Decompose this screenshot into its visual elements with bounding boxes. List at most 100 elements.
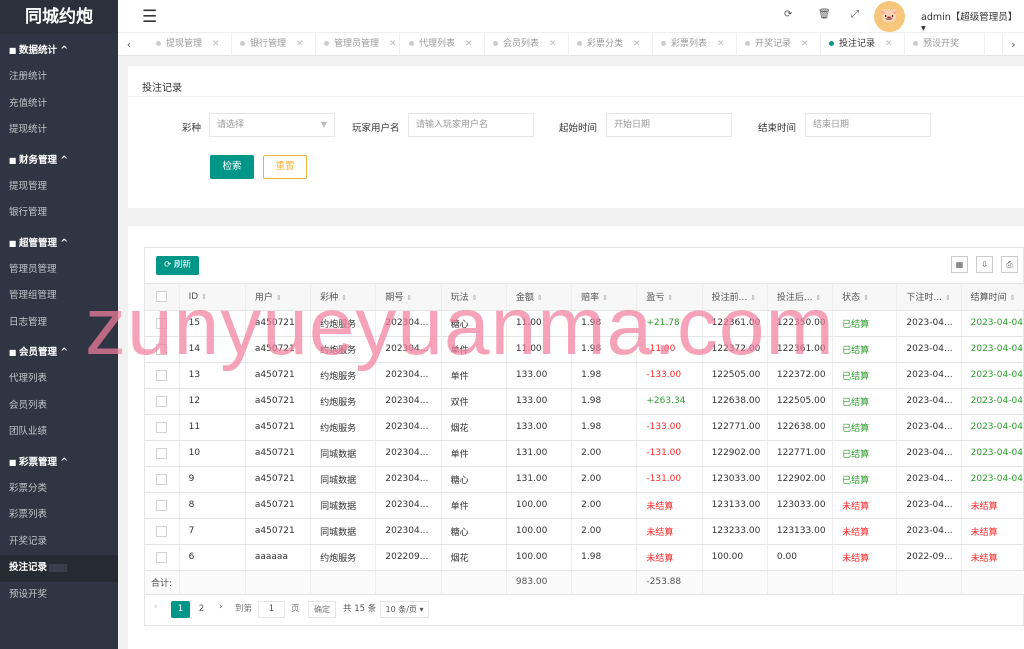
tab-3[interactable]: 代理列表 ✕: [401, 33, 485, 56]
table-row[interactable]: 11 a450721 约炮服务 202304... 烟花 133.00 1.98 -133.0…: [145, 414, 1024, 441]
tab-7[interactable]: 开奖记录 ✕: [737, 33, 821, 56]
search-button[interactable]: 检索: [210, 155, 254, 179]
sidebar-item[interactable]: 代理列表: [0, 366, 118, 393]
sort-icon[interactable]: ⇕: [602, 294, 608, 302]
sidebar-item[interactable]: 充值统计: [0, 91, 118, 118]
sidebar-item[interactable]: 管理组管理: [0, 283, 118, 310]
column-header[interactable]: ID ⇕: [179, 284, 246, 311]
tab-9[interactable]: 预设开奖: [905, 33, 985, 56]
sidebar-item[interactable]: 提现统计: [0, 117, 118, 144]
row-checkbox[interactable]: [156, 395, 167, 407]
table-row[interactable]: 12 a450721 约炮服务 202304... 双件 133.00 1.98 +263.3…: [145, 388, 1024, 415]
sort-icon[interactable]: ⇕: [1010, 294, 1016, 302]
close-icon[interactable]: ✕: [717, 39, 725, 49]
table-row[interactable]: 10 a450721 同城数据 202304... 单件 131.00 2.00 -131.0…: [145, 440, 1024, 467]
close-icon[interactable]: ✕: [885, 39, 893, 49]
sidebar-item[interactable]: 开奖记录: [0, 529, 118, 556]
close-icon[interactable]: ✕: [212, 39, 220, 49]
column-header[interactable]: 下注时... ⇕: [896, 284, 962, 311]
tab-1[interactable]: 银行管理 ✕: [232, 33, 316, 56]
sidebar-item[interactable]: 投注记录: [0, 555, 118, 582]
columns-icon[interactable]: ▦: [951, 256, 968, 273]
sort-icon[interactable]: ⇕: [863, 294, 869, 302]
table-row[interactable]: 7 a450721 同城数据 202304... 糖心 100.00 2.00 未结算 1232…: [145, 518, 1024, 545]
column-header[interactable]: 投注前... ⇕: [702, 284, 768, 311]
sort-icon[interactable]: ⇕: [472, 294, 478, 302]
sidebar-item[interactable]: 银行管理: [0, 200, 118, 227]
tab-5[interactable]: 彩票分类 ✕: [569, 33, 653, 56]
sidebar-group-4[interactable]: ■ 彩票管理 ^: [0, 450, 118, 476]
sort-icon[interactable]: ⇕: [667, 294, 673, 302]
close-icon[interactable]: ✕: [296, 39, 304, 49]
column-header[interactable]: 玩法 ⇕: [441, 284, 507, 311]
sort-icon[interactable]: ⇕: [750, 294, 756, 302]
column-header[interactable]: 盈亏 ⇕: [636, 284, 703, 311]
row-checkbox[interactable]: [156, 551, 167, 563]
tab-4[interactable]: 会员列表 ✕: [485, 33, 569, 56]
table-row[interactable]: 9 a450721 同城数据 202304... 糖心 131.00 2.00 -131.00…: [145, 466, 1024, 493]
row-checkbox[interactable]: [156, 421, 167, 433]
fullscreen-icon[interactable]: ⤢: [851, 9, 859, 20]
end-date-input[interactable]: 结束日期: [805, 113, 931, 137]
sidebar-group-2[interactable]: ■ 超管管理 ^: [0, 231, 118, 257]
page-1-button[interactable]: 1: [171, 600, 190, 618]
column-header[interactable]: 用户 ⇕: [245, 284, 312, 311]
sort-icon[interactable]: ⇕: [406, 294, 412, 302]
sidebar-item[interactable]: 提现管理: [0, 174, 118, 201]
tab-prev-icon[interactable]: ‹: [118, 33, 140, 56]
sort-icon[interactable]: ⇕: [537, 294, 543, 302]
row-checkbox[interactable]: [156, 343, 167, 355]
column-header[interactable]: 金额 ⇕: [506, 284, 573, 311]
row-checkbox[interactable]: [156, 447, 167, 459]
pager-prev-icon[interactable]: ‹: [154, 602, 157, 612]
sidebar-group-0[interactable]: ■ 数据统计 ^: [0, 38, 118, 64]
player-input[interactable]: 请输入玩家用户名: [408, 113, 534, 137]
sidebar-item[interactable]: 日志管理: [0, 310, 118, 337]
close-icon[interactable]: ✕: [801, 39, 809, 49]
row-checkbox[interactable]: [156, 473, 167, 485]
sidebar-item[interactable]: 会员列表: [0, 393, 118, 420]
close-icon[interactable]: ✕: [549, 39, 557, 49]
close-icon[interactable]: ✕: [389, 39, 397, 49]
sidebar-item[interactable]: 团队业绩: [0, 419, 118, 446]
refresh-button[interactable]: ⟳ 刷新: [156, 256, 199, 275]
goto-page-input[interactable]: 1: [258, 600, 285, 618]
column-header[interactable]: 状态 ⇕: [832, 284, 898, 311]
tab-0[interactable]: 提现管理 ✕: [148, 33, 232, 56]
sort-icon[interactable]: ⇕: [945, 294, 951, 302]
row-checkbox[interactable]: [156, 499, 167, 511]
sidebar-item[interactable]: 预设开奖: [0, 582, 118, 609]
goto-confirm-button[interactable]: 确定: [308, 600, 336, 618]
tab-next-icon[interactable]: ›: [1002, 33, 1024, 56]
select-all-checkbox[interactable]: [156, 291, 167, 303]
sort-icon[interactable]: ⇕: [341, 294, 347, 302]
tab-8[interactable]: 投注记录 ✕: [821, 33, 905, 56]
close-icon[interactable]: ✕: [465, 39, 473, 49]
table-row[interactable]: 13 a450721 约炮服务 202304... 单件 133.00 1.98 -133.0…: [145, 362, 1024, 389]
tab-2[interactable]: 管理员管理 ✕: [316, 33, 400, 56]
table-row[interactable]: 6 aaaaaa 约炮服务 202209... 烟花 100.00 1.98 未结算 100.0…: [145, 544, 1024, 571]
sort-icon[interactable]: ⇕: [276, 294, 282, 302]
row-checkbox[interactable]: [156, 369, 167, 381]
page-2-button[interactable]: 2: [192, 601, 211, 618]
tab-6[interactable]: 彩票列表 ✕: [653, 33, 737, 56]
column-header[interactable]: 彩种 ⇕: [310, 284, 377, 311]
close-icon[interactable]: ✕: [633, 39, 641, 49]
sidebar-group-1[interactable]: ■ 财务管理 ^: [0, 148, 118, 174]
sidebar-item[interactable]: 彩票列表: [0, 502, 118, 529]
trash-icon[interactable]: 🗑: [818, 9, 831, 20]
export-icon[interactable]: ⇩: [976, 256, 993, 273]
column-header[interactable]: 期号 ⇕: [375, 284, 442, 311]
column-header[interactable]: 结算时间 ⇕: [961, 284, 1024, 311]
pager-next-icon[interactable]: ›: [219, 602, 222, 612]
row-checkbox[interactable]: [156, 525, 167, 537]
print-icon[interactable]: ⎙: [1001, 256, 1018, 273]
lottery-select[interactable]: 请选择 ▼: [209, 113, 335, 137]
sidebar-item[interactable]: 彩票分类: [0, 476, 118, 503]
refresh-icon[interactable]: ⟳: [784, 9, 792, 20]
user-menu[interactable]: admin【超级管理员】 ▾: [921, 9, 1024, 34]
column-header[interactable]: 投注后... ⇕: [767, 284, 834, 311]
per-page-select[interactable]: 10 条/页 ▾: [380, 600, 429, 618]
sidebar-item[interactable]: 管理员管理: [0, 257, 118, 284]
start-date-input[interactable]: 开始日期: [606, 113, 732, 137]
